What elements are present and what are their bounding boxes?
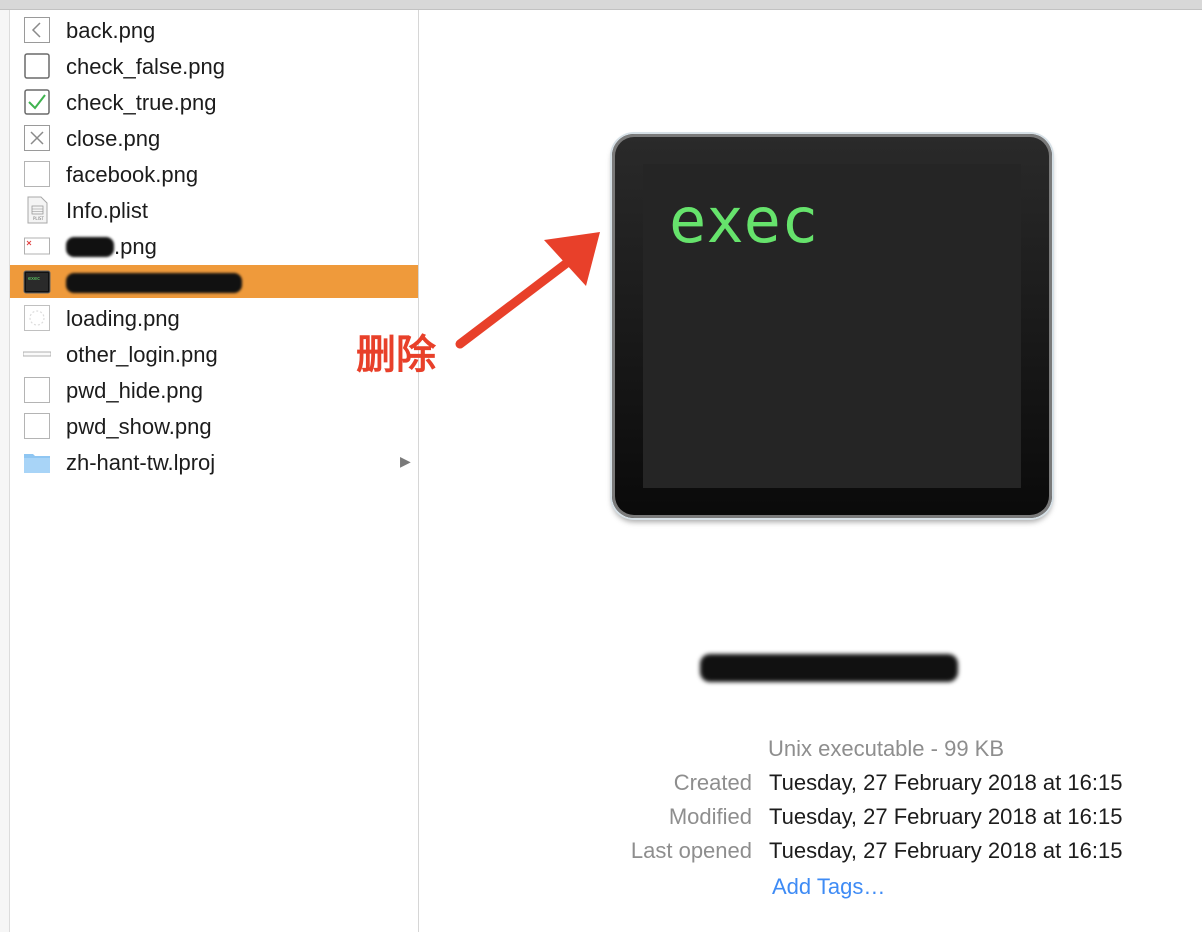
file-name: back.png [66,18,156,43]
preview-exec-icon: exec [612,134,1052,518]
file-row-back[interactable]: back.png [10,13,418,46]
loading-image-icon [24,305,50,331]
blank-image-icon [24,161,50,187]
disclosure-triangle-icon[interactable]: ▶ [400,453,411,470]
checkbox-empty-icon [24,53,50,79]
last-opened-label: Last opened [630,838,752,863]
image-file-icon [24,237,50,255]
annotation-delete-label: 删除 [356,332,436,378]
file-name: check_false.png [66,54,225,79]
file-kind-size: Unix executable - 99 KB [768,736,1005,761]
created-label: Created [673,770,752,795]
checkbox-checked-icon [24,89,50,115]
file-name: pwd_show.png [66,414,212,439]
blank-image-icon [24,413,50,439]
last-opened-value: Tuesday, 27 February 2018 at 16:15 [769,838,1123,863]
file-name: .png [66,234,157,260]
file-row-pwd-show[interactable]: pwd_show.png [10,409,418,442]
plist-file-icon: PLIST [27,196,48,224]
file-name: zh-hant-tw.lproj [66,450,216,475]
redacted-text [66,273,242,293]
created-value: Tuesday, 27 February 2018 at 16:15 [769,770,1123,795]
file-row-close[interactable]: close.png [10,121,418,154]
preview-file-name-redacted [700,654,958,682]
svg-text:exec: exec [28,276,40,282]
file-name: Info.plist [66,198,148,223]
file-row-zh-hant-tw-lproj[interactable]: zh-hant-tw.lproj ▶ [10,445,418,478]
previous-column-edge [0,10,10,932]
close-icon [24,125,50,151]
modified-label: Modified [668,804,752,829]
file-name: check_true.png [66,90,217,115]
file-name: loading.png [66,306,180,331]
file-name [66,270,242,296]
file-row-check-true[interactable]: check_true.png [10,85,418,118]
file-row-redacted-png[interactable]: .png [10,229,418,262]
file-name: other_login.png [66,342,218,367]
annotation-arrow-icon [455,232,600,349]
window-top-edge [0,0,1202,10]
file-row-check-false[interactable]: check_false.png [10,49,418,82]
folder-icon [24,454,50,473]
file-row-selected-executable[interactable]: exec [10,265,418,298]
preview-terminal-screen: exec [643,164,1021,488]
file-name: close.png [66,126,161,151]
file-row-info-plist[interactable]: PLIST Info.plist [10,193,418,226]
back-icon [24,17,50,43]
file-list-column[interactable]: back.png check_false.png check_true.png … [10,10,419,932]
file-row-facebook[interactable]: facebook.png [10,157,418,190]
exec-file-icon: exec [23,270,51,294]
preview-exec-text: exec [669,184,819,257]
file-name: pwd_hide.png [66,378,204,403]
blank-image-icon [24,377,50,403]
svg-text:PLIST: PLIST [33,216,44,221]
modified-value: Tuesday, 27 February 2018 at 16:15 [769,804,1123,829]
file-name: facebook.png [66,162,199,187]
redacted-text [66,237,114,257]
add-tags-link[interactable]: Add Tags… [772,874,885,900]
line-image-icon [23,351,51,357]
